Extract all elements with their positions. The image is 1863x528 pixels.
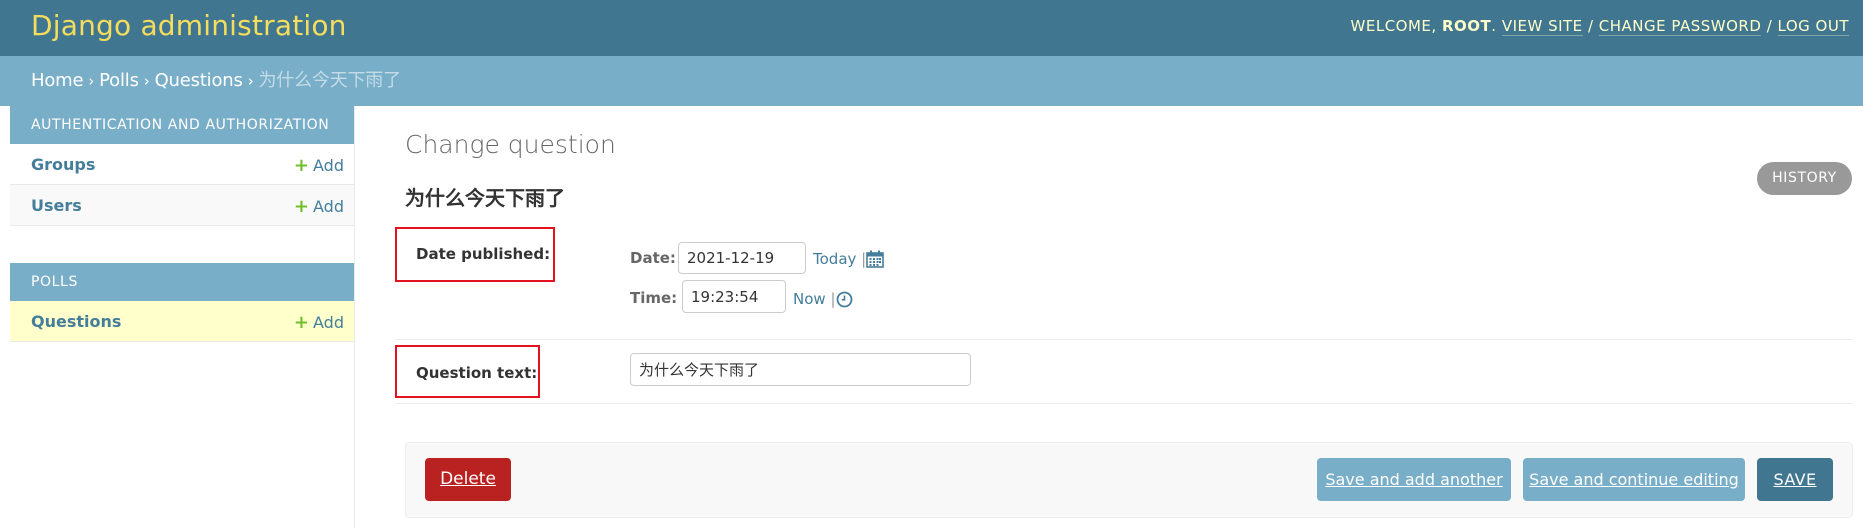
sidebar-item-users-link[interactable]: Users: [31, 196, 82, 215]
row-divider: [395, 403, 1853, 404]
date-sublabel: Date:: [630, 249, 676, 267]
site-name-link[interactable]: Django administration: [31, 8, 347, 44]
add-label: Add: [313, 156, 344, 175]
sidebar-item-groups: Groups + Add: [10, 144, 354, 185]
sidebar-nav: Authentication and Authorization Groups …: [10, 106, 355, 528]
welcome-text: Welcome,: [1350, 17, 1437, 35]
username: root: [1441, 17, 1492, 35]
sidebar-item-questions-link[interactable]: Questions: [31, 312, 121, 331]
time-sublabel: Time:: [630, 289, 678, 307]
submit-row: Delete Save and add another Save and con…: [405, 442, 1853, 518]
history-button[interactable]: History: [1757, 162, 1852, 195]
view-site-link[interactable]: View site: [1501, 17, 1583, 36]
separator-slash: /: [1766, 17, 1773, 35]
change-password-link[interactable]: Change password: [1598, 17, 1762, 36]
breadcrumb-polls[interactable]: Polls: [99, 70, 139, 91]
date-published-label: Date published:: [395, 227, 555, 282]
log-out-link[interactable]: Log out: [1777, 17, 1849, 36]
object-name: 为什么今天下雨了: [405, 186, 565, 210]
date-shortcuts: Today |: [813, 250, 866, 268]
plus-icon: +: [293, 312, 310, 333]
clock-icon[interactable]: [836, 291, 853, 312]
module-polls: Polls Questions + Add: [10, 263, 354, 342]
delete-button[interactable]: Delete: [425, 458, 511, 501]
calendar-icon[interactable]: [866, 250, 884, 272]
breadcrumb-current: 为什么今天下雨了: [258, 70, 402, 91]
add-label: Add: [313, 313, 344, 332]
breadcrumb-questions[interactable]: Questions: [155, 70, 243, 91]
sidebar-item-questions: Questions + Add: [10, 301, 354, 342]
module-caption-polls[interactable]: Polls: [10, 263, 354, 301]
row-divider: [395, 339, 1853, 340]
add-questions-link[interactable]: + Add: [294, 312, 344, 333]
question-text-label: Question text:: [395, 345, 540, 398]
plus-icon: +: [293, 155, 310, 176]
separator-slash: /: [1587, 17, 1594, 35]
module-auth: Authentication and Authorization Groups …: [10, 106, 354, 226]
now-link[interactable]: Now: [793, 290, 826, 308]
date-input[interactable]: [678, 242, 806, 274]
today-link[interactable]: Today: [813, 250, 856, 268]
question-text-input[interactable]: [630, 353, 971, 386]
breadcrumb-home[interactable]: Home: [31, 70, 84, 91]
header: Django administration Welcome, root. Vie…: [0, 0, 1863, 56]
breadcrumb: Home › Polls › Questions › 为什么今天下雨了: [0, 56, 1863, 106]
save-and-continue-button[interactable]: Save and continue editing: [1523, 458, 1745, 501]
module-caption-auth[interactable]: Authentication and Authorization: [10, 106, 354, 144]
time-input[interactable]: [682, 280, 786, 313]
time-shortcuts: Now |: [793, 290, 836, 308]
plus-icon: +: [293, 196, 310, 217]
save-button[interactable]: Save: [1757, 458, 1833, 501]
save-and-add-another-button[interactable]: Save and add another: [1317, 458, 1511, 501]
add-groups-link[interactable]: + Add: [294, 155, 344, 176]
sidebar-item-groups-link[interactable]: Groups: [31, 155, 95, 174]
breadcrumb-separator: ›: [88, 72, 95, 90]
period: .: [1491, 17, 1497, 35]
page-title: Change question: [405, 130, 616, 159]
sidebar-item-users: Users + Add: [10, 185, 354, 226]
add-label: Add: [313, 197, 344, 216]
user-tools: Welcome, root. View site / Change passwo…: [1351, 16, 1849, 36]
add-users-link[interactable]: + Add: [294, 196, 344, 217]
pipe-separator: |: [830, 290, 836, 308]
breadcrumb-separator: ›: [143, 72, 150, 90]
breadcrumb-separator: ›: [247, 72, 254, 90]
